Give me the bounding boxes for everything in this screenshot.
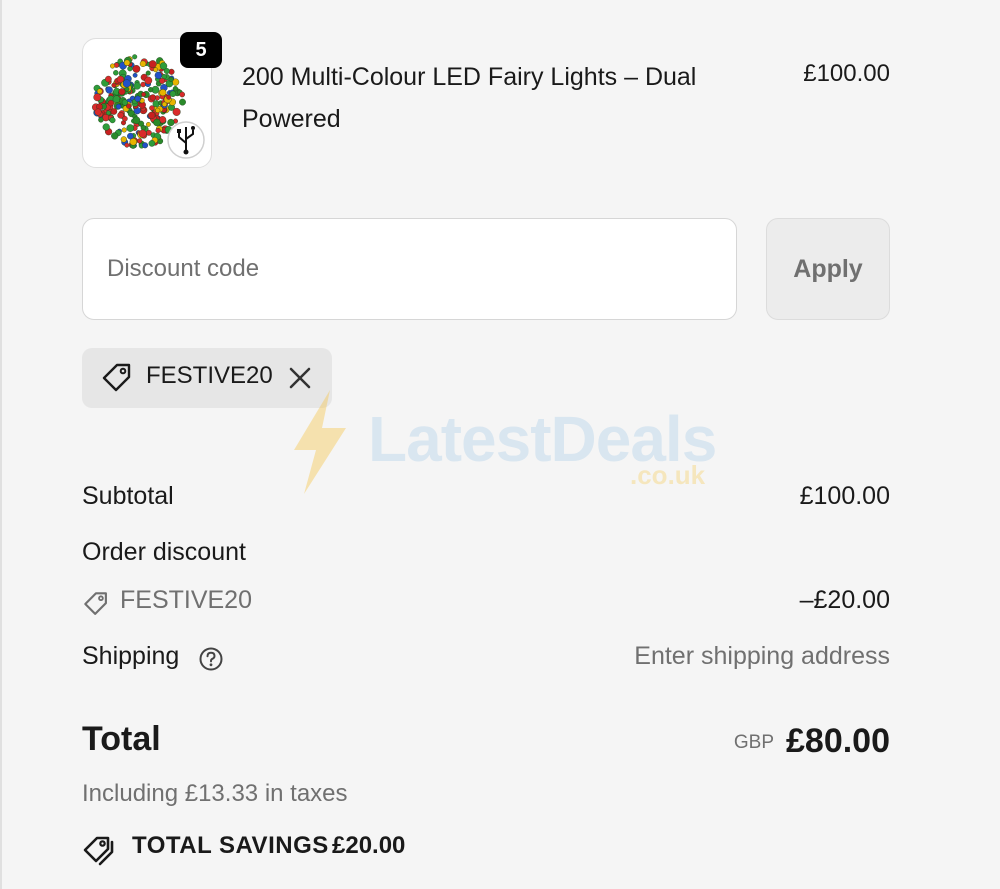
- light-bulb: [105, 86, 113, 94]
- light-bulb: [111, 82, 117, 88]
- light-bulb: [129, 138, 137, 146]
- light-bulb: [107, 99, 115, 107]
- light-bulb: [147, 111, 156, 120]
- discount-code-input[interactable]: [82, 218, 737, 320]
- apply-discount-button[interactable]: Apply: [766, 218, 890, 320]
- currency-code: GBP: [733, 732, 774, 753]
- light-bulb: [110, 63, 116, 69]
- light-bulb: [148, 140, 156, 147]
- light-bulb: [122, 79, 131, 88]
- total-row: Total GBP £80.00: [82, 720, 890, 761]
- light-bulb: [127, 66, 133, 72]
- discount-code-form: Apply: [82, 218, 890, 320]
- light-bulb: [153, 118, 161, 127]
- light-bulb: [172, 86, 179, 92]
- light-bulb: [111, 132, 119, 140]
- order-discount-row: Order discount: [82, 538, 890, 567]
- product-title: 200 Multi-Colour LED Fairy Lights – Dual…: [242, 63, 697, 133]
- light-bulb: [109, 117, 116, 124]
- taxes-note: Including £13.33 in taxes: [82, 780, 348, 807]
- shipping-value: Enter shipping address: [634, 642, 890, 670]
- applied-code-label: FESTIVE20: [146, 362, 273, 389]
- light-bulb: [120, 136, 127, 143]
- light-bulb: [105, 75, 112, 83]
- shipping-row: Shipping Enter shipping address: [82, 642, 890, 671]
- light-bulb: [126, 124, 135, 132]
- light-bulb: [139, 60, 147, 67]
- light-bulb: [121, 127, 127, 133]
- light-bulb: [169, 90, 177, 97]
- subtotal-value: £100.00: [799, 482, 890, 510]
- light-bulb: [132, 54, 138, 60]
- light-bulb: [140, 125, 147, 131]
- light-bulb: [137, 138, 143, 144]
- light-bulb: [93, 93, 102, 102]
- double-tag-icon: [82, 834, 118, 873]
- light-bulb: [96, 88, 103, 95]
- light-bulb: [115, 103, 122, 110]
- shipping-label: Shipping: [82, 642, 180, 670]
- discount-code-text: FESTIVE20: [120, 586, 252, 614]
- help-icon[interactable]: [198, 646, 224, 679]
- light-bulb: [144, 76, 153, 85]
- light-bulb: [113, 70, 119, 76]
- light-bulb: [179, 98, 186, 106]
- light-bulb: [142, 142, 149, 149]
- light-bulb: [149, 94, 157, 101]
- total-savings-amount: £20.00: [332, 832, 406, 859]
- light-bulb: [132, 116, 141, 125]
- light-bulb: [179, 91, 185, 98]
- light-bulb: [168, 76, 174, 83]
- light-bulb: [172, 107, 181, 116]
- light-bulb: [145, 70, 151, 76]
- light-bulb: [112, 95, 121, 104]
- light-bulb: [140, 81, 146, 88]
- subtotal-label: Subtotal: [82, 482, 174, 510]
- light-bulb: [102, 123, 110, 131]
- light-bulb: [141, 92, 146, 97]
- light-bulb: [153, 67, 159, 73]
- line-item: 5 200 Multi-Colour LED Fairy Lights – Du…: [82, 32, 890, 170]
- light-bulb: [159, 62, 168, 70]
- total-amount: £80.00: [786, 722, 890, 760]
- total-label: Total: [82, 720, 161, 758]
- order-discount-label: Order discount: [82, 538, 246, 566]
- light-bulb: [155, 107, 161, 114]
- light-bulb: [123, 59, 131, 66]
- total-amount-group: GBP £80.00: [734, 722, 890, 761]
- light-bulb: [148, 60, 157, 68]
- light-bulb: [121, 99, 129, 106]
- tag-icon: [82, 590, 110, 625]
- light-bulb: [118, 88, 126, 96]
- light-bulb: [154, 71, 163, 80]
- light-bulb: [124, 142, 130, 148]
- light-bulb: [147, 87, 154, 93]
- light-bulb: [146, 122, 151, 127]
- light-bulb: [98, 117, 104, 123]
- light-bulb: [155, 127, 161, 134]
- discount-value: –£20.00: [799, 586, 890, 614]
- light-bulb: [159, 77, 166, 84]
- light-bulb: [167, 118, 175, 127]
- light-bulb: [149, 105, 155, 111]
- light-bulb: [132, 64, 141, 73]
- light-bulb: [161, 101, 168, 107]
- light-bulb: [134, 95, 141, 102]
- light-bulb: [166, 94, 172, 100]
- light-bulb: [159, 89, 167, 97]
- light-bulb: [133, 82, 141, 90]
- tag-icon: [100, 361, 134, 400]
- subtotal-row: Subtotal £100.00: [82, 482, 890, 511]
- light-bulb: [138, 129, 147, 138]
- light-bulb: [117, 112, 124, 119]
- order-summary-panel: 5 200 Multi-Colour LED Fairy Lights – Du…: [0, 0, 1000, 889]
- product-price: £100.00: [803, 60, 890, 87]
- light-bulb: [94, 108, 102, 116]
- light-bulb: [132, 72, 138, 78]
- quantity-badge: 5: [180, 32, 222, 68]
- total-savings-label: TOTAL SAVINGS: [132, 832, 329, 859]
